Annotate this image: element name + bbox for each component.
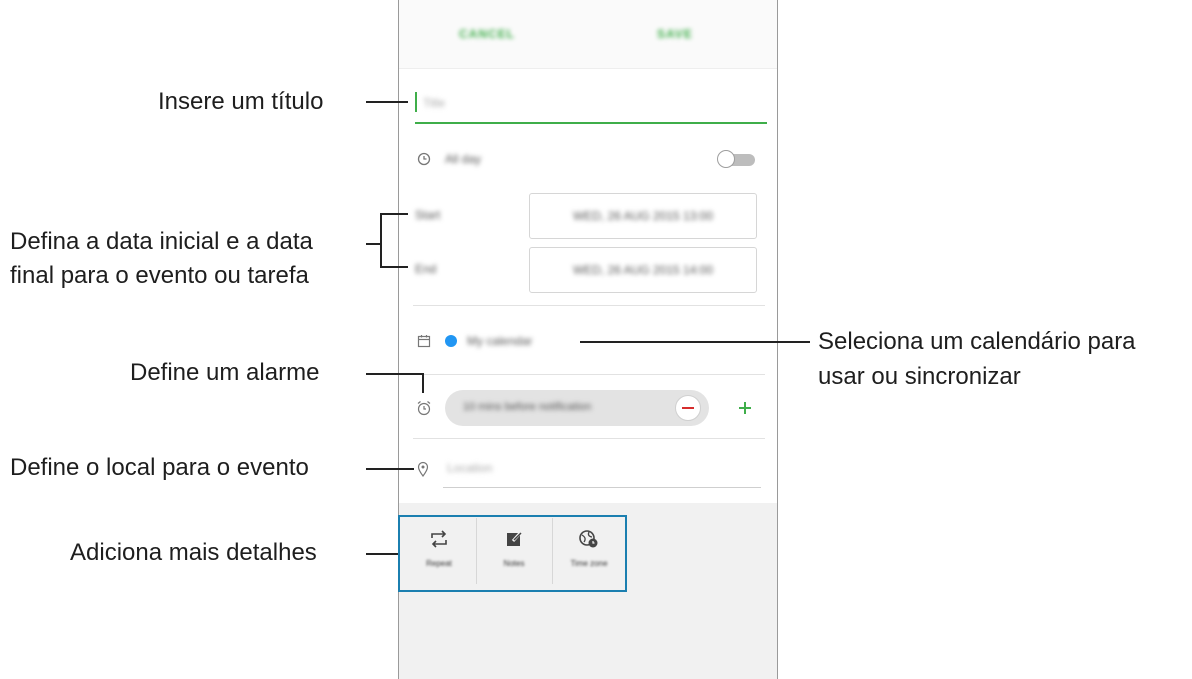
annotation-location: Define o local para o evento: [10, 454, 309, 481]
divider: [413, 438, 765, 439]
bracket-line: [380, 266, 408, 268]
annotation-calendar-line2: usar ou sincronizar: [818, 363, 1021, 390]
bracket-line: [380, 213, 408, 215]
leader-line: [580, 341, 810, 343]
calendar-icon: [417, 334, 431, 353]
annotation-title: Insere um título: [158, 88, 324, 115]
annotation-dates-line2: final para o evento ou tarefa: [10, 262, 309, 289]
remove-alarm-button[interactable]: [675, 395, 701, 421]
clock-icon: [417, 152, 431, 171]
title-underline: [415, 122, 767, 124]
annotation-dates-line1: Defina a data inicial e a data: [10, 228, 313, 255]
leader-line: [366, 553, 398, 555]
title-placeholder: Title: [423, 96, 446, 110]
calendar-selector[interactable]: My calendar: [445, 332, 585, 352]
start-date-value: WED, 26 AUG 2015 13:00: [572, 209, 714, 223]
alarm-icon: [416, 400, 432, 421]
leader-line: [366, 243, 380, 245]
action-bar: CANCEL SAVE: [399, 0, 777, 69]
leader-line: [422, 373, 424, 393]
annotation-details: Adiciona mais detalhes: [70, 539, 317, 566]
location-placeholder: Location: [447, 461, 493, 475]
minus-icon: [682, 407, 694, 409]
location-pin-icon: [417, 461, 429, 482]
end-label: End: [415, 262, 437, 276]
start-date-field[interactable]: WED, 26 AUG 2015 13:00: [529, 193, 757, 239]
divider: [413, 305, 765, 306]
bracket-line: [380, 213, 382, 268]
all-day-label: All day: [445, 152, 482, 166]
divider: [413, 374, 765, 375]
details-highlight-box: [398, 515, 627, 592]
alarm-chip[interactable]: 10 mins before notification: [445, 390, 709, 426]
location-underline: [443, 487, 761, 488]
start-label: Start: [415, 208, 441, 222]
add-alarm-button[interactable]: [735, 398, 755, 418]
text-cursor: [415, 92, 417, 112]
title-input[interactable]: Title: [415, 86, 767, 124]
leader-line: [366, 101, 408, 103]
leader-line: [366, 468, 414, 470]
calendar-color-dot: [445, 335, 457, 347]
annotation-calendar-line1: Seleciona um calendário para: [818, 328, 1136, 355]
location-input[interactable]: Location: [443, 454, 761, 488]
cancel-button[interactable]: CANCEL: [459, 22, 515, 46]
alarm-value: 10 mins before notification: [463, 401, 592, 413]
calendar-name: My calendar: [467, 334, 533, 348]
leader-line: [366, 373, 424, 375]
end-date-value: WED, 26 AUG 2015 14:00: [572, 263, 714, 277]
save-button[interactable]: SAVE: [657, 22, 693, 46]
all-day-toggle[interactable]: [717, 150, 757, 168]
plus-icon: [735, 398, 755, 423]
annotation-alarm: Define um alarme: [130, 359, 320, 386]
end-date-field[interactable]: WED, 26 AUG 2015 14:00: [529, 247, 757, 293]
